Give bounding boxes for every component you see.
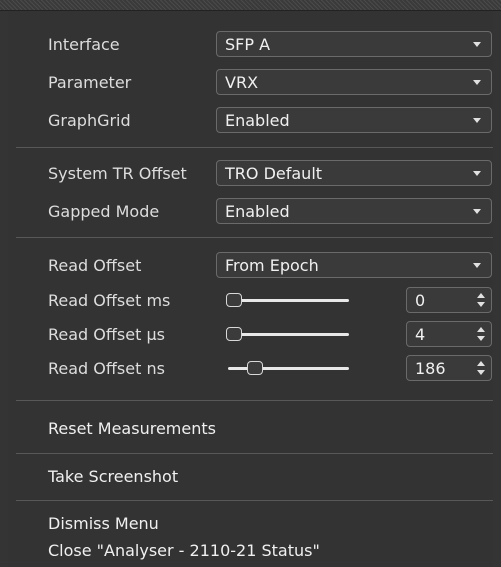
- menu-window: Interface SFP A Parameter VRX GraphGrid …: [0, 0, 501, 567]
- gapped-mode-row: Gapped Mode Enabled: [8, 196, 493, 228]
- read-offset-us-spinbox[interactable]: 4: [406, 321, 492, 347]
- divider: [16, 237, 493, 238]
- read-offset-us-value: 4: [415, 325, 426, 344]
- parameter-row: Parameter VRX: [8, 67, 493, 99]
- settings-menu: Interface SFP A Parameter VRX GraphGrid …: [8, 11, 493, 567]
- parameter-dropdown[interactable]: VRX: [216, 69, 492, 95]
- gapped-mode-dropdown[interactable]: Enabled: [216, 198, 492, 224]
- chevron-down-icon: [473, 263, 481, 268]
- interface-row: Interface SFP A: [8, 29, 493, 61]
- read-offset-ms-slider-handle[interactable]: [226, 293, 242, 307]
- dismiss-menu-item[interactable]: Dismiss Menu: [48, 514, 159, 533]
- gapped-mode-label: Gapped Mode: [48, 202, 160, 221]
- chevron-down-icon: [473, 209, 481, 214]
- read-offset-ms-label: Read Offset ms: [48, 291, 171, 310]
- graphgrid-dropdown[interactable]: Enabled: [216, 107, 492, 133]
- read-offset-ms-row: Read Offset ms 0: [8, 285, 493, 317]
- read-offset-dropdown[interactable]: From Epoch: [216, 252, 492, 278]
- interface-label: Interface: [48, 35, 120, 54]
- stepper-icon[interactable]: [475, 360, 487, 376]
- read-offset-ns-label: Read Offset ns: [48, 359, 165, 378]
- divider: [16, 147, 493, 148]
- read-offset-ms-spinbox[interactable]: 0: [406, 287, 492, 313]
- read-offset-ns-spinbox[interactable]: 186: [406, 355, 492, 381]
- graphgrid-value: Enabled: [225, 111, 290, 130]
- read-offset-ms-slider[interactable]: [228, 299, 349, 302]
- read-offset-us-row: Read Offset µs 4: [8, 319, 493, 351]
- read-offset-ns-row: Read Offset ns 186: [8, 353, 493, 385]
- stepper-icon[interactable]: [475, 326, 487, 342]
- read-offset-us-slider[interactable]: [228, 333, 349, 336]
- parameter-label: Parameter: [48, 73, 132, 92]
- read-offset-value: From Epoch: [225, 256, 319, 275]
- system-tr-offset-dropdown[interactable]: TRO Default: [216, 160, 492, 186]
- chevron-down-icon: [473, 118, 481, 123]
- chevron-down-icon: [473, 42, 481, 47]
- chevron-down-icon: [473, 80, 481, 85]
- close-window-item[interactable]: Close "Analyser - 2110-21 Status": [48, 541, 320, 560]
- stepper-icon[interactable]: [475, 292, 487, 308]
- read-offset-row: Read Offset From Epoch: [8, 250, 493, 282]
- divider: [16, 500, 493, 501]
- system-tr-offset-value: TRO Default: [225, 164, 323, 183]
- read-offset-label: Read Offset: [48, 256, 142, 275]
- read-offset-ms-value: 0: [415, 291, 426, 310]
- chevron-down-icon: [473, 171, 481, 176]
- system-tr-offset-row: System TR Offset TRO Default: [8, 158, 493, 190]
- title-bar: [0, 0, 501, 11]
- read-offset-ns-value: 186: [415, 359, 446, 378]
- read-offset-us-label: Read Offset µs: [48, 325, 165, 344]
- take-screenshot-item[interactable]: Take Screenshot: [48, 467, 178, 486]
- system-tr-offset-label: System TR Offset: [48, 164, 187, 183]
- gapped-mode-value: Enabled: [225, 202, 290, 221]
- interface-value: SFP A: [225, 35, 271, 54]
- parameter-value: VRX: [225, 73, 259, 92]
- read-offset-us-slider-handle[interactable]: [226, 327, 242, 341]
- reset-measurements-item[interactable]: Reset Measurements: [48, 419, 216, 438]
- read-offset-ns-slider-handle[interactable]: [246, 361, 263, 375]
- graphgrid-label: GraphGrid: [48, 111, 131, 130]
- interface-dropdown[interactable]: SFP A: [216, 31, 492, 57]
- divider: [16, 400, 493, 401]
- graphgrid-row: GraphGrid Enabled: [8, 105, 493, 137]
- divider: [16, 453, 493, 454]
